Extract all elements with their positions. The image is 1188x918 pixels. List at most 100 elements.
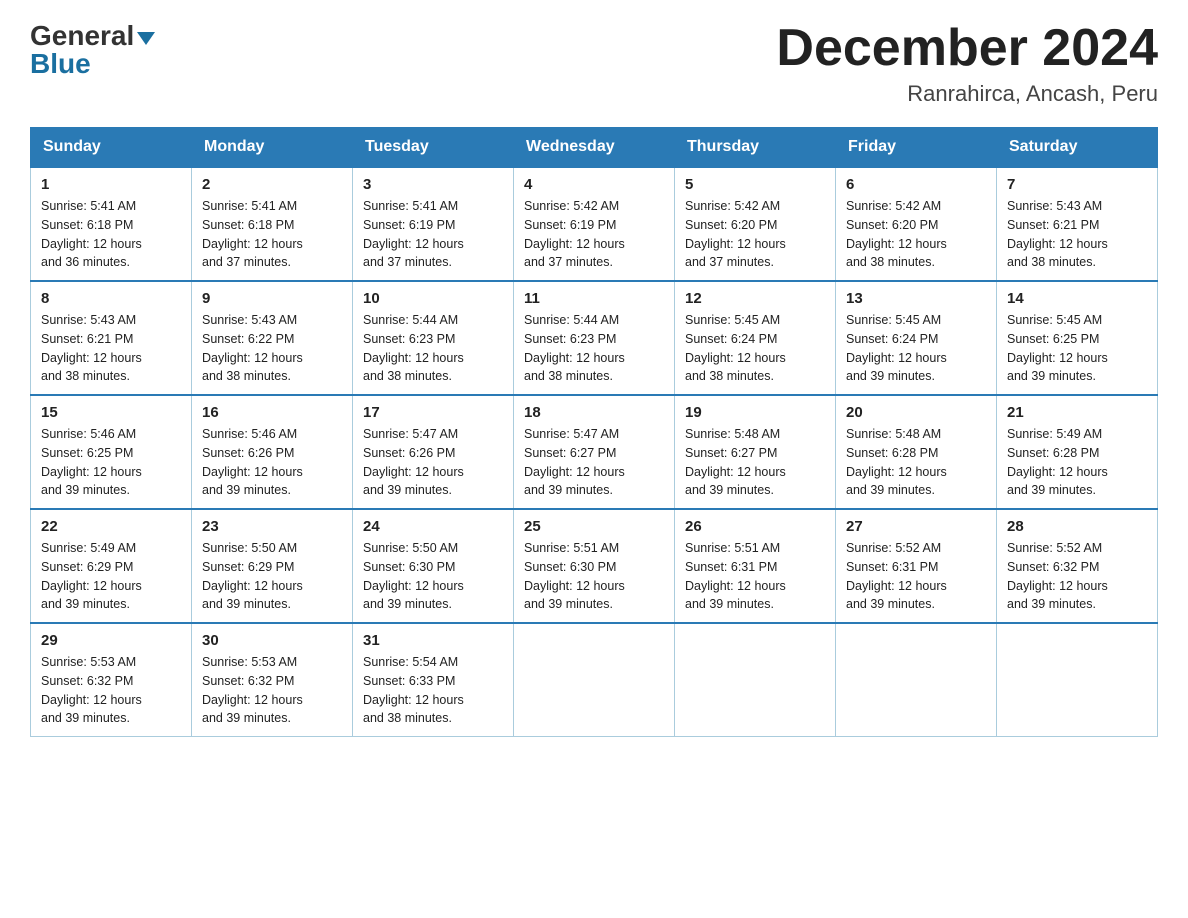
calendar-day-cell: 13 Sunrise: 5:45 AM Sunset: 6:24 PM Dayl…: [836, 281, 997, 395]
day-info: Sunrise: 5:42 AM Sunset: 6:20 PM Dayligh…: [685, 197, 825, 272]
calendar-day-cell: 1 Sunrise: 5:41 AM Sunset: 6:18 PM Dayli…: [31, 167, 192, 281]
logo-blue-text: Blue: [30, 48, 91, 80]
day-info: Sunrise: 5:42 AM Sunset: 6:20 PM Dayligh…: [846, 197, 986, 272]
calendar-day-cell: 24 Sunrise: 5:50 AM Sunset: 6:30 PM Dayl…: [353, 509, 514, 623]
logo-triangle-icon: [137, 32, 155, 45]
title-area: December 2024 Ranrahirca, Ancash, Peru: [776, 20, 1158, 107]
calendar-day-cell: 20 Sunrise: 5:48 AM Sunset: 6:28 PM Dayl…: [836, 395, 997, 509]
calendar-day-cell: [836, 623, 997, 737]
day-info: Sunrise: 5:43 AM Sunset: 6:21 PM Dayligh…: [41, 311, 181, 386]
page-subtitle: Ranrahirca, Ancash, Peru: [776, 81, 1158, 107]
day-number: 15: [41, 404, 181, 421]
day-info: Sunrise: 5:48 AM Sunset: 6:28 PM Dayligh…: [846, 425, 986, 500]
day-info: Sunrise: 5:49 AM Sunset: 6:29 PM Dayligh…: [41, 539, 181, 614]
day-info: Sunrise: 5:53 AM Sunset: 6:32 PM Dayligh…: [41, 653, 181, 728]
day-info: Sunrise: 5:52 AM Sunset: 6:31 PM Dayligh…: [846, 539, 986, 614]
day-info: Sunrise: 5:52 AM Sunset: 6:32 PM Dayligh…: [1007, 539, 1147, 614]
day-info: Sunrise: 5:45 AM Sunset: 6:25 PM Dayligh…: [1007, 311, 1147, 386]
day-number: 21: [1007, 404, 1147, 421]
day-info: Sunrise: 5:41 AM Sunset: 6:18 PM Dayligh…: [41, 197, 181, 272]
day-of-week-header: Tuesday: [353, 128, 514, 168]
calendar-day-cell: 15 Sunrise: 5:46 AM Sunset: 6:25 PM Dayl…: [31, 395, 192, 509]
day-number: 9: [202, 290, 342, 307]
day-info: Sunrise: 5:47 AM Sunset: 6:27 PM Dayligh…: [524, 425, 664, 500]
day-info: Sunrise: 5:45 AM Sunset: 6:24 PM Dayligh…: [846, 311, 986, 386]
calendar-day-cell: 19 Sunrise: 5:48 AM Sunset: 6:27 PM Dayl…: [675, 395, 836, 509]
calendar-day-cell: 5 Sunrise: 5:42 AM Sunset: 6:20 PM Dayli…: [675, 167, 836, 281]
day-number: 8: [41, 290, 181, 307]
day-of-week-header: Saturday: [997, 128, 1158, 168]
day-of-week-header: Thursday: [675, 128, 836, 168]
day-of-week-header: Monday: [192, 128, 353, 168]
calendar-day-cell: 21 Sunrise: 5:49 AM Sunset: 6:28 PM Dayl…: [997, 395, 1158, 509]
day-number: 19: [685, 404, 825, 421]
calendar-day-cell: 11 Sunrise: 5:44 AM Sunset: 6:23 PM Dayl…: [514, 281, 675, 395]
day-info: Sunrise: 5:51 AM Sunset: 6:31 PM Dayligh…: [685, 539, 825, 614]
calendar-day-cell: 25 Sunrise: 5:51 AM Sunset: 6:30 PM Dayl…: [514, 509, 675, 623]
day-number: 22: [41, 518, 181, 535]
day-number: 10: [363, 290, 503, 307]
day-info: Sunrise: 5:43 AM Sunset: 6:21 PM Dayligh…: [1007, 197, 1147, 272]
day-info: Sunrise: 5:50 AM Sunset: 6:29 PM Dayligh…: [202, 539, 342, 614]
day-number: 6: [846, 176, 986, 193]
day-number: 1: [41, 176, 181, 193]
day-number: 4: [524, 176, 664, 193]
calendar-day-cell: [675, 623, 836, 737]
day-info: Sunrise: 5:54 AM Sunset: 6:33 PM Dayligh…: [363, 653, 503, 728]
day-info: Sunrise: 5:48 AM Sunset: 6:27 PM Dayligh…: [685, 425, 825, 500]
day-info: Sunrise: 5:43 AM Sunset: 6:22 PM Dayligh…: [202, 311, 342, 386]
day-info: Sunrise: 5:49 AM Sunset: 6:28 PM Dayligh…: [1007, 425, 1147, 500]
calendar-day-cell: 23 Sunrise: 5:50 AM Sunset: 6:29 PM Dayl…: [192, 509, 353, 623]
day-number: 17: [363, 404, 503, 421]
day-number: 20: [846, 404, 986, 421]
calendar-day-cell: [997, 623, 1158, 737]
calendar-day-cell: 10 Sunrise: 5:44 AM Sunset: 6:23 PM Dayl…: [353, 281, 514, 395]
calendar-day-cell: [514, 623, 675, 737]
calendar-week-row: 22 Sunrise: 5:49 AM Sunset: 6:29 PM Dayl…: [31, 509, 1158, 623]
day-number: 14: [1007, 290, 1147, 307]
calendar-day-cell: 27 Sunrise: 5:52 AM Sunset: 6:31 PM Dayl…: [836, 509, 997, 623]
day-info: Sunrise: 5:47 AM Sunset: 6:26 PM Dayligh…: [363, 425, 503, 500]
day-of-week-header: Wednesday: [514, 128, 675, 168]
calendar-day-cell: 12 Sunrise: 5:45 AM Sunset: 6:24 PM Dayl…: [675, 281, 836, 395]
day-number: 2: [202, 176, 342, 193]
page-header: General Blue December 2024 Ranrahirca, A…: [30, 20, 1158, 107]
calendar-table: SundayMondayTuesdayWednesdayThursdayFrid…: [30, 127, 1158, 737]
day-info: Sunrise: 5:50 AM Sunset: 6:30 PM Dayligh…: [363, 539, 503, 614]
day-info: Sunrise: 5:42 AM Sunset: 6:19 PM Dayligh…: [524, 197, 664, 272]
calendar-day-cell: 17 Sunrise: 5:47 AM Sunset: 6:26 PM Dayl…: [353, 395, 514, 509]
day-number: 24: [363, 518, 503, 535]
calendar-day-cell: 30 Sunrise: 5:53 AM Sunset: 6:32 PM Dayl…: [192, 623, 353, 737]
day-info: Sunrise: 5:51 AM Sunset: 6:30 PM Dayligh…: [524, 539, 664, 614]
calendar-day-cell: 6 Sunrise: 5:42 AM Sunset: 6:20 PM Dayli…: [836, 167, 997, 281]
day-number: 27: [846, 518, 986, 535]
day-info: Sunrise: 5:46 AM Sunset: 6:26 PM Dayligh…: [202, 425, 342, 500]
day-info: Sunrise: 5:45 AM Sunset: 6:24 PM Dayligh…: [685, 311, 825, 386]
day-info: Sunrise: 5:41 AM Sunset: 6:19 PM Dayligh…: [363, 197, 503, 272]
day-info: Sunrise: 5:46 AM Sunset: 6:25 PM Dayligh…: [41, 425, 181, 500]
day-number: 29: [41, 632, 181, 649]
day-number: 3: [363, 176, 503, 193]
calendar-day-cell: 4 Sunrise: 5:42 AM Sunset: 6:19 PM Dayli…: [514, 167, 675, 281]
logo: General Blue: [30, 20, 155, 80]
calendar-day-cell: 7 Sunrise: 5:43 AM Sunset: 6:21 PM Dayli…: [997, 167, 1158, 281]
calendar-day-cell: 2 Sunrise: 5:41 AM Sunset: 6:18 PM Dayli…: [192, 167, 353, 281]
calendar-day-cell: 28 Sunrise: 5:52 AM Sunset: 6:32 PM Dayl…: [997, 509, 1158, 623]
calendar-day-cell: 29 Sunrise: 5:53 AM Sunset: 6:32 PM Dayl…: [31, 623, 192, 737]
day-number: 13: [846, 290, 986, 307]
day-number: 7: [1007, 176, 1147, 193]
calendar-day-cell: 14 Sunrise: 5:45 AM Sunset: 6:25 PM Dayl…: [997, 281, 1158, 395]
day-number: 25: [524, 518, 664, 535]
calendar-week-row: 1 Sunrise: 5:41 AM Sunset: 6:18 PM Dayli…: [31, 167, 1158, 281]
day-info: Sunrise: 5:41 AM Sunset: 6:18 PM Dayligh…: [202, 197, 342, 272]
calendar-day-cell: 18 Sunrise: 5:47 AM Sunset: 6:27 PM Dayl…: [514, 395, 675, 509]
day-number: 23: [202, 518, 342, 535]
day-number: 18: [524, 404, 664, 421]
day-number: 30: [202, 632, 342, 649]
calendar-week-row: 15 Sunrise: 5:46 AM Sunset: 6:25 PM Dayl…: [31, 395, 1158, 509]
day-number: 5: [685, 176, 825, 193]
day-info: Sunrise: 5:53 AM Sunset: 6:32 PM Dayligh…: [202, 653, 342, 728]
calendar-day-cell: 8 Sunrise: 5:43 AM Sunset: 6:21 PM Dayli…: [31, 281, 192, 395]
calendar-day-cell: 9 Sunrise: 5:43 AM Sunset: 6:22 PM Dayli…: [192, 281, 353, 395]
day-number: 11: [524, 290, 664, 307]
